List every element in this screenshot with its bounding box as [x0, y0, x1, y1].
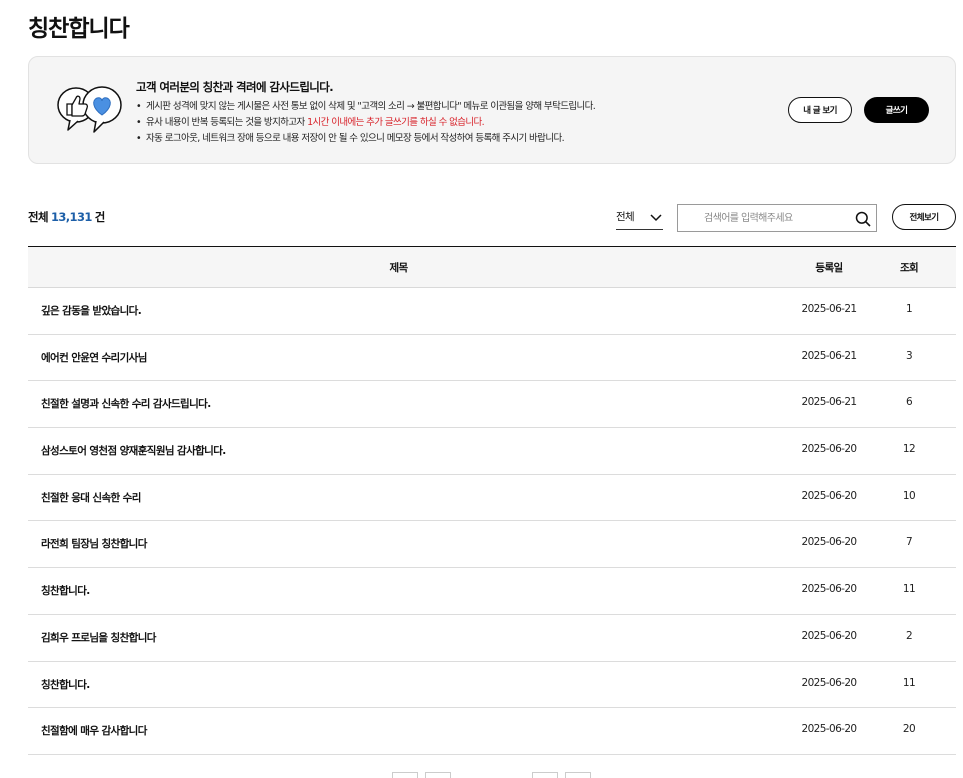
- table-row[interactable]: 친절한 설명과 신속한 수리 감사드립니다. 2025-06-21 6: [28, 381, 956, 429]
- last-page-button[interactable]: [565, 772, 591, 778]
- notice-text: 고객 여러분의 칭찬과 격려에 감사드립니다. • 게시판 성격에 맞지 않는 게…: [136, 79, 756, 147]
- post-title-link[interactable]: 깊은 감동을 받았습니다.: [41, 303, 142, 318]
- post-date: 2025-06-20: [801, 583, 857, 596]
- table-row[interactable]: 라전희 팀장님 칭찬합니다 2025-06-20 7: [28, 521, 956, 569]
- notice-highlight: 1시간 이내에는 추가 글쓰기를 하실 수 없습니다.: [307, 117, 485, 128]
- table-row[interactable]: 김희우 프로님을 칭찬합니다 2025-06-20 2: [28, 615, 956, 662]
- post-title-link[interactable]: 친절함에 매우 감사합니다: [41, 723, 147, 738]
- post-views: 12: [902, 443, 916, 456]
- first-page-button[interactable]: [392, 772, 418, 778]
- post-title-link[interactable]: 친절한 응대 신속한 수리: [41, 490, 141, 505]
- table-row[interactable]: 칭찬합니다. 2025-06-20 11: [28, 662, 956, 709]
- total-count: 전체 13,131 건: [28, 210, 105, 224]
- search-icon[interactable]: [855, 211, 871, 227]
- table-row[interactable]: 에어컨 안윤연 수리기사님 2025-06-21 3: [28, 335, 956, 382]
- post-date: 2025-06-20: [801, 536, 857, 549]
- header-date: 등록일: [815, 262, 843, 274]
- board-table: 제목 등록일 조회 깊은 감동을 받았습니다. 2025-06-21 1 에어컨 안…: [28, 246, 956, 755]
- post-title-link[interactable]: 에어컨 안윤연 수리기사님: [41, 350, 147, 365]
- page-title: 칭찬합니다: [28, 16, 130, 42]
- notice-box: 고객 여러분의 칭찬과 격려에 감사드립니다. • 게시판 성격에 맞지 않는 게…: [28, 56, 956, 164]
- filter-select-value: 전체: [616, 211, 635, 223]
- notice-line-2: • 유사 내용이 반복 등록되는 것을 방지하고자 1시간 이내에는 추가 글쓰기…: [136, 117, 485, 128]
- post-date: 2025-06-20: [801, 723, 857, 736]
- post-views: 11: [902, 583, 916, 596]
- prev-page-button[interactable]: [425, 772, 451, 778]
- post-views: 11: [902, 676, 916, 689]
- notice-heading: 고객 여러분의 칭찬과 격려에 감사드립니다.: [136, 80, 334, 94]
- table-header: 제목 등록일 조회: [28, 247, 956, 288]
- table-row[interactable]: 삼성스토어 영천점 양재훈직원님 감사합니다. 2025-06-20 12: [28, 428, 956, 475]
- post-date: 2025-06-21: [801, 349, 857, 362]
- post-date: 2025-06-21: [801, 396, 857, 409]
- post-views: 7: [905, 536, 913, 549]
- post-views: 2: [905, 629, 913, 642]
- total-count-number: 13,131: [50, 210, 92, 224]
- table-row[interactable]: 친절함에 매우 감사합니다 2025-06-20 20: [28, 708, 956, 755]
- thumbs-up-heart-chat-icon: [57, 86, 122, 133]
- notice-line-1: • 게시판 성격에 맞지 않는 게시물은 사전 통보 없이 삭제 및 "고객의 소…: [136, 101, 596, 112]
- post-title-link[interactable]: 칭찬합니다.: [41, 583, 90, 598]
- search-box: [677, 204, 877, 232]
- header-views: 조회: [899, 262, 919, 274]
- post-title-link[interactable]: 칭찬합니다.: [41, 677, 90, 692]
- post-views: 10: [902, 489, 916, 502]
- post-title-link[interactable]: 친절한 설명과 신속한 수리 감사드립니다.: [41, 396, 211, 411]
- post-title-link[interactable]: 라전희 팀장님 칭찬합니다: [41, 536, 147, 551]
- filter-select[interactable]: 전체: [616, 206, 663, 230]
- post-views: 20: [902, 723, 916, 736]
- table-row[interactable]: 깊은 감동을 받았습니다. 2025-06-21 1: [28, 288, 956, 335]
- post-views: 3: [905, 349, 913, 362]
- post-title-link[interactable]: 김희우 프로님을 칭찬합니다: [41, 630, 156, 645]
- post-views: 1: [905, 303, 913, 315]
- my-posts-button[interactable]: 내 글 보기: [788, 97, 852, 123]
- post-title-link[interactable]: 삼성스토어 영천점 양재훈직원님 감사합니다.: [41, 443, 226, 458]
- write-button[interactable]: 글쓰기: [864, 97, 929, 123]
- view-all-button[interactable]: 전체보기: [892, 204, 956, 230]
- post-date: 2025-06-20: [801, 629, 857, 642]
- post-date: 2025-06-20: [801, 443, 857, 456]
- table-row[interactable]: 친절한 응대 신속한 수리 2025-06-20 10: [28, 475, 956, 522]
- post-date: 2025-06-20: [801, 489, 857, 502]
- header-title: 제목: [389, 262, 408, 274]
- post-views: 6: [905, 396, 913, 409]
- pagination: [392, 772, 592, 778]
- next-page-button[interactable]: [532, 772, 558, 778]
- chevron-down-icon: [650, 214, 662, 222]
- post-date: 2025-06-20: [801, 676, 857, 689]
- post-date: 2025-06-21: [801, 303, 857, 315]
- search-input[interactable]: [686, 208, 846, 228]
- notice-line-3: • 자동 로그아웃, 네트워크 장애 등으로 내용 저장이 안 될 수 있으니 메…: [136, 133, 565, 144]
- table-row[interactable]: 칭찬합니다. 2025-06-20 11: [28, 568, 956, 615]
